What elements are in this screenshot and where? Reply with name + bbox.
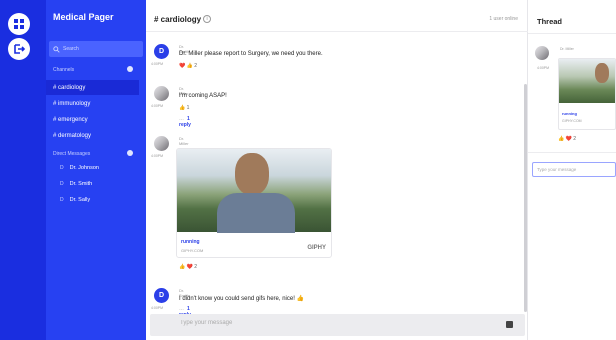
gif-image [177, 149, 331, 233]
thread-composer [532, 162, 616, 177]
channel-header: # cardiology i 1 user online [146, 0, 528, 32]
thread-message-input[interactable] [537, 167, 612, 172]
chat-scrollbar[interactable] [524, 84, 527, 312]
message-time: 4:00PM [151, 62, 164, 66]
avatar[interactable] [154, 86, 169, 101]
dm-name: Dr. Johnson [69, 165, 99, 171]
divider [528, 33, 616, 34]
gif-figure-body [217, 193, 295, 233]
avatar[interactable]: D [154, 288, 169, 303]
reactions[interactable]: 👍 ❤️ 2 [179, 264, 197, 270]
logout-icon[interactable] [8, 38, 30, 60]
message-author: Dr. Miller [560, 47, 574, 51]
reactions[interactable]: 👍 1 [179, 105, 189, 111]
thread-panel: Thread 4:00PM Dr. Miller running GIPHY.C… [528, 0, 616, 340]
message-text: Dr. Miller please report to Surgery, we … [179, 51, 323, 57]
grid-icon[interactable] [8, 13, 30, 35]
dm-initial: D [60, 165, 64, 171]
dm-label: Direct Messages [53, 151, 91, 157]
search-icon [53, 45, 60, 53]
add-channel-icon[interactable] [127, 66, 133, 72]
avatar[interactable]: D [154, 44, 169, 59]
search-box[interactable] [49, 41, 143, 57]
sidebar-item-cardiology[interactable]: # cardiology [46, 80, 139, 95]
message-time: 4:00PM [151, 154, 164, 158]
reactions[interactable]: 👍 ❤️ 2 [558, 136, 576, 142]
gif-image [559, 59, 615, 103]
chat-main: # cardiology i 1 user online D 4:00PM Dr… [146, 0, 528, 340]
divider [528, 152, 616, 153]
dm-section-header: Direct Messages [53, 150, 139, 157]
search-input[interactable] [63, 46, 143, 52]
gif-source: GIPHY.COM [562, 119, 582, 123]
channels-label: Channels [53, 67, 75, 73]
sidebar-item-dermatology[interactable]: # dermatology [46, 128, 139, 143]
dm-item-sally[interactable]: D Dr. Sally [60, 197, 90, 203]
add-dm-icon[interactable] [127, 150, 133, 156]
message-composer [150, 314, 525, 336]
dm-initial: D [60, 197, 64, 203]
gif-figure-head [235, 153, 269, 195]
gif-source: GIPHY.COM [181, 248, 204, 253]
gif-title[interactable]: running [181, 239, 200, 245]
gif-attachment[interactable]: running GIPHY.COM GIPHY [176, 148, 332, 258]
thread-title: Thread [537, 17, 563, 26]
app-title: Medical Pager [53, 12, 114, 22]
dm-name: Dr. Sally [69, 197, 91, 203]
attach-icon[interactable] [506, 321, 513, 328]
message-time: 4:00PM [151, 306, 164, 310]
message-author: Dr. Miller [179, 136, 189, 146]
message-time: 4:00PM [537, 66, 550, 70]
reply-link[interactable]: …1 reply [179, 116, 191, 128]
info-icon[interactable]: i [203, 15, 211, 23]
dm-item-johnson[interactable]: D Dr. Johnson [60, 165, 99, 171]
message-input[interactable] [180, 320, 480, 326]
gif-attachment[interactable]: running GIPHY.COM [558, 58, 616, 130]
dm-item-smith[interactable]: D Dr. Smith [60, 181, 92, 187]
sidebar-item-immunology[interactable]: # immunology [46, 96, 139, 111]
reactions[interactable]: ❤️ 👍 2 [179, 63, 197, 69]
giphy-logo: GIPHY [307, 245, 326, 251]
channel-title: # cardiology [154, 15, 202, 24]
message-time: 4:00PM [151, 104, 164, 108]
message-text: I didn't know you could send gifs here, … [179, 296, 305, 302]
sidebar-item-emergency[interactable]: # emergency [46, 112, 139, 127]
sidebar: Medical Pager Channels # cardiology # im… [46, 0, 146, 340]
avatar[interactable] [154, 136, 169, 151]
gif-title[interactable]: running [562, 111, 577, 116]
channels-section-header: Channels [53, 66, 139, 73]
message-text: I'm coming ASAP! [179, 93, 227, 99]
avatar[interactable] [535, 46, 549, 60]
dm-initial: D [60, 181, 64, 187]
nav-rail [0, 0, 46, 340]
gif-figure-head [595, 63, 609, 83]
online-count: 1 user online [489, 16, 518, 22]
dm-name: Dr. Smith [69, 181, 93, 187]
